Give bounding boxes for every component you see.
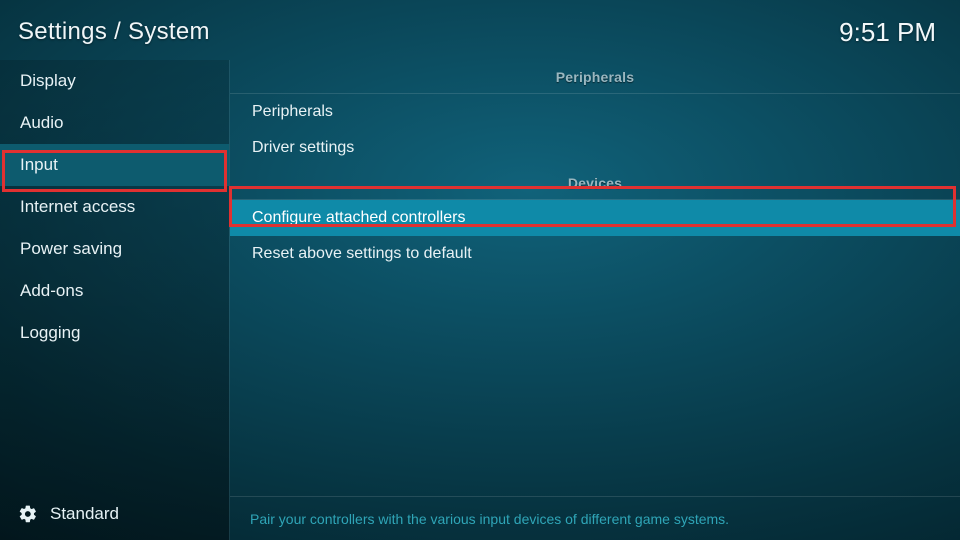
- sidebar-item-internet-access[interactable]: Internet access: [0, 186, 229, 228]
- section-header-peripherals: Peripherals: [230, 60, 960, 94]
- sidebar-item-label: Internet access: [20, 197, 135, 217]
- body: Display Audio Input Internet access Powe…: [0, 60, 960, 540]
- sidebar-items: Display Audio Input Internet access Powe…: [0, 60, 229, 488]
- sidebar-item-display[interactable]: Display: [0, 60, 229, 102]
- sidebar-item-label: Logging: [20, 323, 81, 343]
- setting-label: Reset above settings to default: [252, 245, 472, 263]
- footer-hint: Pair your controllers with the various i…: [250, 511, 729, 527]
- sidebar-item-label: Display: [20, 71, 76, 91]
- app-root: Settings / System 9:51 PM Display Audio …: [0, 0, 960, 540]
- setting-reset-defaults[interactable]: Reset above settings to default: [230, 236, 960, 272]
- setting-configure-controllers[interactable]: Configure attached controllers: [230, 200, 960, 236]
- sidebar-item-label: Input: [20, 155, 58, 175]
- sidebar-item-label: Power saving: [20, 239, 122, 259]
- setting-peripherals[interactable]: Peripherals: [230, 94, 960, 130]
- sidebar: Display Audio Input Internet access Powe…: [0, 60, 229, 540]
- clock: 9:51 PM: [839, 17, 936, 48]
- setting-label: Configure attached controllers: [252, 209, 465, 227]
- sidebar-item-power-saving[interactable]: Power saving: [0, 228, 229, 270]
- sidebar-item-audio[interactable]: Audio: [0, 102, 229, 144]
- sidebar-item-input[interactable]: Input: [0, 144, 229, 186]
- sidebar-item-label: Add-ons: [20, 281, 83, 301]
- setting-driver-settings[interactable]: Driver settings: [230, 130, 960, 166]
- sidebar-item-label: Audio: [20, 113, 63, 133]
- setting-label: Peripherals: [252, 103, 333, 121]
- gear-icon: [18, 504, 38, 524]
- settings-level-label: Standard: [50, 504, 119, 524]
- content: Peripherals Peripherals Driver settings …: [229, 60, 960, 540]
- breadcrumb: Settings / System: [18, 18, 210, 46]
- sidebar-item-logging[interactable]: Logging: [0, 312, 229, 354]
- settings-level-toggle[interactable]: Standard: [0, 488, 229, 540]
- setting-label: Driver settings: [252, 139, 354, 157]
- section-header-devices: Devices: [230, 166, 960, 200]
- sidebar-item-add-ons[interactable]: Add-ons: [0, 270, 229, 312]
- content-footer: Pair your controllers with the various i…: [230, 496, 960, 540]
- header: Settings / System 9:51 PM: [0, 0, 960, 60]
- content-scroll: Peripherals Peripherals Driver settings …: [230, 60, 960, 496]
